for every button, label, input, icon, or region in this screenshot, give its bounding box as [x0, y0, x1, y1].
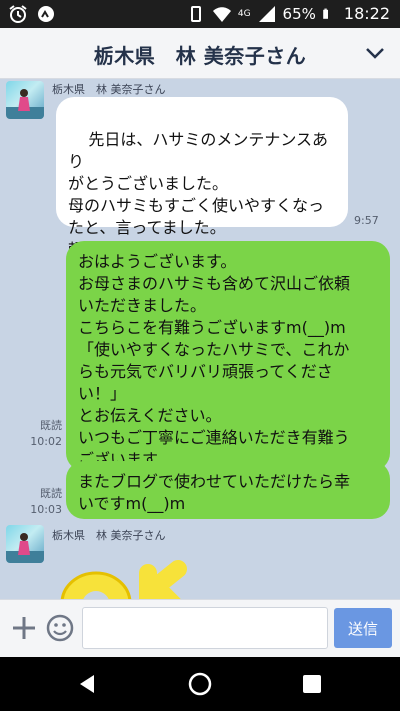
- back-icon[interactable]: [76, 672, 100, 696]
- plus-icon[interactable]: [10, 614, 38, 642]
- network-label: 4G: [237, 9, 251, 19]
- chat-area[interactable]: 栃木県 林 美奈子さん 先日は、ハサミのメンテナンスあり がとうございました。 …: [0, 79, 400, 599]
- message-bubble-outgoing[interactable]: またブログで使わせていただけたら幸 いですm(__)m: [66, 461, 390, 519]
- signal-icon: [258, 6, 275, 22]
- battery-percent: 65%: [282, 5, 316, 23]
- chat-header: 栃木県 林 美奈子さん: [0, 28, 400, 79]
- messenger-icon: [38, 6, 54, 22]
- message-input[interactable]: [82, 607, 328, 649]
- read-receipt: 既読: [40, 487, 62, 500]
- clock: 18:22: [343, 4, 390, 23]
- message-time: 10:03: [30, 503, 62, 516]
- avatar[interactable]: [6, 81, 44, 119]
- avatar[interactable]: [6, 525, 44, 563]
- message-bubble-incoming[interactable]: 先日は、ハサミのメンテナンスあり がとうございました。 母のハサミもすごく使いや…: [56, 97, 348, 281]
- message-bubble-outgoing[interactable]: おはようございます。 お母さまのハサミも含めて沢山ご依頼 いただきました。 こち…: [66, 241, 390, 471]
- page-title: 栃木県 林 美奈子さん: [93, 44, 307, 68]
- avatar-photo-icon: [6, 533, 44, 563]
- chevron-down-icon[interactable]: [364, 42, 386, 64]
- message-time: 9:57: [354, 214, 379, 227]
- send-button[interactable]: 送信: [334, 608, 392, 648]
- avatar-photo-icon: [6, 89, 44, 119]
- alarm-icon: [9, 5, 27, 23]
- system-nav-bar: [0, 657, 400, 711]
- message-input-bar: 送信: [0, 599, 400, 658]
- recent-icon[interactable]: [302, 674, 322, 694]
- sender-name: 栃木県 林 美奈子さん: [52, 83, 166, 96]
- read-receipt: 既読: [40, 419, 62, 432]
- emoji-icon[interactable]: [46, 614, 74, 642]
- wifi-icon: [212, 7, 231, 22]
- home-icon[interactable]: [188, 672, 212, 696]
- battery-icon: [323, 8, 328, 19]
- status-bar: 4G 65% 18:22: [0, 0, 400, 28]
- ok-sticker[interactable]: [56, 559, 256, 599]
- vibrate-icon: [190, 6, 201, 22]
- message-time: 10:02: [30, 435, 62, 448]
- sender-name: 栃木県 林 美奈子さん: [52, 529, 166, 542]
